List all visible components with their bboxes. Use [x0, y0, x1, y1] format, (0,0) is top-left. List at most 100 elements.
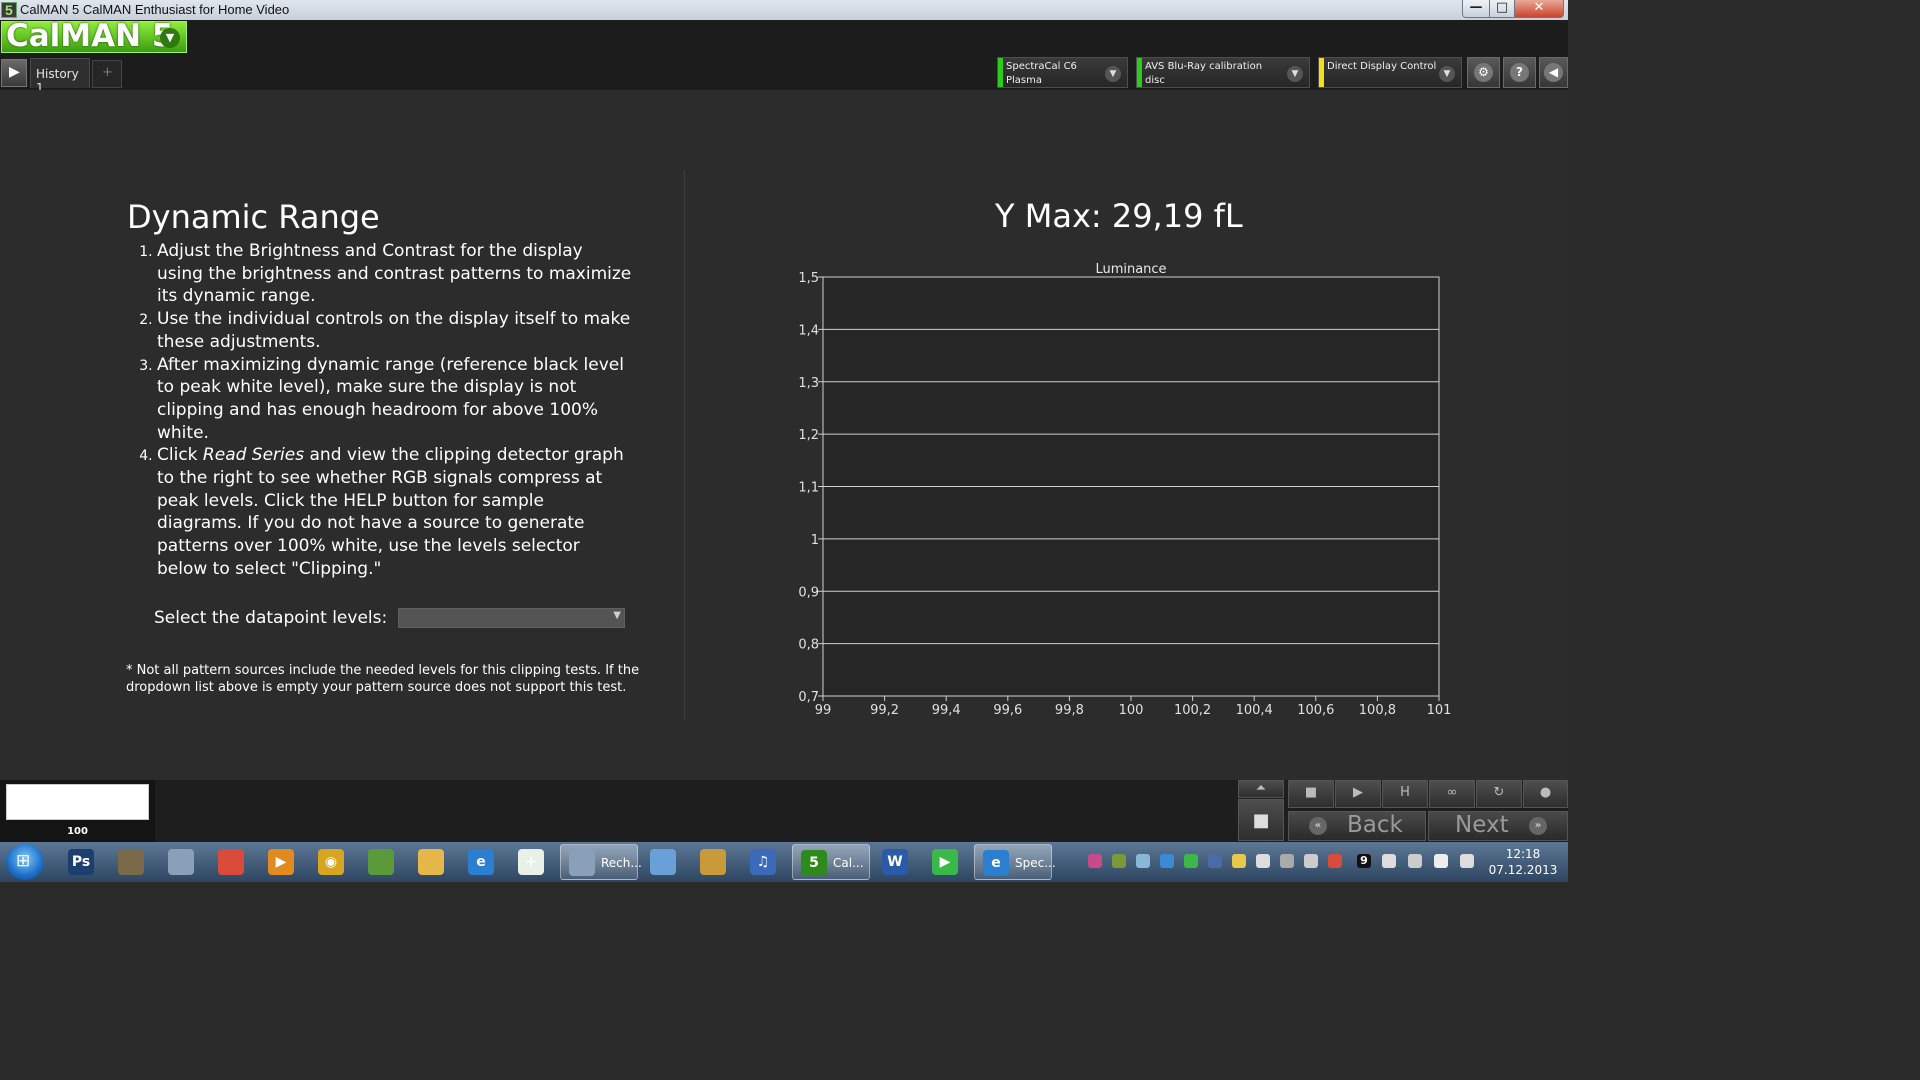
- pattern-preview-panel: 100: [0, 780, 155, 842]
- calman-logo-menu[interactable]: CalMAN 5 ▼: [1, 18, 187, 54]
- taskbar-globe[interactable]: [360, 844, 406, 880]
- instruction-list: Adjust the Brightness and Contrast for t…: [120, 240, 632, 581]
- tray-icon[interactable]: [1184, 854, 1198, 868]
- taskbar-photoshop[interactable]: Ps: [60, 844, 106, 880]
- plus-icon: +: [102, 65, 113, 80]
- x-tick-label: 100: [1119, 703, 1144, 718]
- tray-icon[interactable]: [1232, 854, 1246, 868]
- help-button[interactable]: ?: [1503, 57, 1536, 88]
- tray-icon[interactable]: [1280, 854, 1294, 868]
- y-tick-label: 1,4: [798, 323, 819, 338]
- double-chevron-right-icon: »: [1529, 817, 1547, 835]
- start-button[interactable]: ⊞: [6, 844, 44, 880]
- y-tick-label: 0,9: [798, 585, 819, 600]
- refresh-button[interactable]: ↻: [1476, 780, 1522, 808]
- taskbar-media[interactable]: ▶: [260, 844, 306, 880]
- instruction-step: After maximizing dynamic range (referenc…: [157, 354, 632, 445]
- chevron-down-icon: ▼: [1287, 66, 1303, 82]
- tray-icon[interactable]: [1088, 854, 1102, 868]
- x-tick-label: 99,8: [1055, 703, 1084, 718]
- record-icon: ●: [1539, 785, 1552, 800]
- photoshop-icon: Ps: [68, 849, 94, 875]
- minimize-button[interactable]: —: [1462, 0, 1490, 18]
- taskbar-item-label: Rech...: [601, 856, 642, 870]
- close-button[interactable]: ✕: [1514, 0, 1564, 18]
- read-series-button[interactable]: H: [1382, 780, 1428, 808]
- x-tick-label: 99,4: [932, 703, 961, 718]
- volume-icon[interactable]: [1460, 854, 1474, 868]
- taskbar-mail[interactable]: [410, 844, 456, 880]
- system-clock[interactable]: 12:18 07.12.2013: [1486, 846, 1560, 878]
- record-button[interactable]: ●: [1523, 780, 1568, 808]
- taskbar-computer[interactable]: [160, 844, 206, 880]
- tray-icon[interactable]: [1256, 854, 1270, 868]
- taskbar-internet-explorer-2[interactable]: e Spec...: [974, 844, 1056, 880]
- signal-icon[interactable]: [1434, 854, 1448, 868]
- play-button[interactable]: ▶: [1335, 780, 1381, 808]
- tray-icon[interactable]: [1112, 854, 1126, 868]
- taskbar-word[interactable]: W: [874, 844, 920, 880]
- tray-badge[interactable]: 9: [1357, 854, 1371, 868]
- taskbar-chrome[interactable]: [210, 844, 256, 880]
- taskbar-first-aid[interactable]: +: [510, 844, 556, 880]
- add-tab-button[interactable]: +: [92, 60, 122, 88]
- stop-measure-button[interactable]: ■: [1238, 799, 1284, 841]
- vertical-divider: [684, 170, 685, 720]
- chrome-icon: [218, 849, 244, 875]
- internet-explorer-icon: e: [468, 849, 494, 875]
- battery-icon[interactable]: [1408, 854, 1422, 868]
- device-status-indicator: [1137, 58, 1142, 87]
- workflow-play-button[interactable]: ▶: [1, 59, 27, 87]
- eye-app-icon: ◉: [318, 849, 344, 875]
- calman-icon: 5: [801, 850, 827, 876]
- tray-icon[interactable]: [1160, 854, 1174, 868]
- meter-device-selector[interactable]: SpectraCal C6 Plasma ▼: [997, 57, 1128, 88]
- source-device-selector[interactable]: AVS Blu-Ray calibration disc ▼: [1136, 57, 1310, 88]
- settings-button[interactable]: ⚙: [1467, 57, 1500, 88]
- taskbar-calculator[interactable]: Rech...: [560, 844, 642, 880]
- page-title: Dynamic Range: [127, 198, 380, 236]
- tray-icon[interactable]: [1208, 854, 1222, 868]
- next-button[interactable]: Next »: [1428, 811, 1568, 841]
- y-tick-label: 1,5: [798, 271, 819, 286]
- chevron-down-icon: ▼: [1439, 66, 1455, 82]
- taskbar-play-store[interactable]: ▶: [924, 844, 970, 880]
- status-strip: 100 ⏶ ■ ■ ▶ H ∞ ↻ ● « Back Next »: [0, 780, 1568, 842]
- itunes-icon: ♫: [750, 849, 776, 875]
- display-device-selector[interactable]: Direct Display Control ▼: [1318, 57, 1462, 88]
- continuous-button[interactable]: ∞: [1429, 780, 1475, 808]
- y-tick-label: 0,8: [798, 638, 819, 653]
- help-icon: ?: [1510, 63, 1529, 82]
- globe-icon: [368, 849, 394, 875]
- x-tick-label: 100,4: [1236, 703, 1273, 718]
- taskbar-photo-viewer[interactable]: [110, 844, 156, 880]
- taskbar-disc[interactable]: [692, 844, 738, 880]
- calman-app-icon: 5: [1, 2, 17, 18]
- tray-icon[interactable]: [1382, 854, 1396, 868]
- pattern-swatch: [6, 784, 149, 820]
- taskbar-network[interactable]: [642, 844, 688, 880]
- footnote: * Not all pattern sources include the ne…: [126, 663, 640, 695]
- device-status-indicator: [1319, 58, 1324, 87]
- chevron-down-icon: ▼: [160, 28, 180, 48]
- taskbar-internet-explorer[interactable]: e: [460, 844, 506, 880]
- tray-icon[interactable]: [1328, 854, 1342, 868]
- windows-taskbar: ⊞ Ps ▶ ◉ e + Rech... ♫ 5 Cal... W ▶ e Spec... 9 12:1…: [0, 842, 1568, 882]
- datapoint-levels-dropdown[interactable]: ▼: [398, 608, 625, 628]
- tab-history-1[interactable]: History 1: [30, 58, 90, 95]
- tray-icon[interactable]: [1136, 854, 1150, 868]
- tray-icon[interactable]: [1304, 854, 1318, 868]
- back-button[interactable]: « Back: [1288, 811, 1426, 841]
- taskbar-itunes[interactable]: ♫: [742, 844, 788, 880]
- maximize-button[interactable]: □: [1489, 0, 1515, 18]
- collapse-panel-button[interactable]: ◀: [1539, 57, 1568, 88]
- word-icon: W: [882, 849, 908, 875]
- expand-up-button[interactable]: ⏶: [1238, 780, 1284, 798]
- taskbar-eye-app[interactable]: ◉: [310, 844, 356, 880]
- taskbar-item-label: Cal...: [833, 856, 864, 870]
- stop-button[interactable]: ■: [1288, 780, 1334, 808]
- x-tick-label: 99: [815, 703, 832, 718]
- chevron-down-icon: ▼: [1105, 66, 1121, 82]
- y-tick-label: 1: [811, 533, 819, 548]
- taskbar-calman[interactable]: 5 Cal...: [792, 844, 870, 880]
